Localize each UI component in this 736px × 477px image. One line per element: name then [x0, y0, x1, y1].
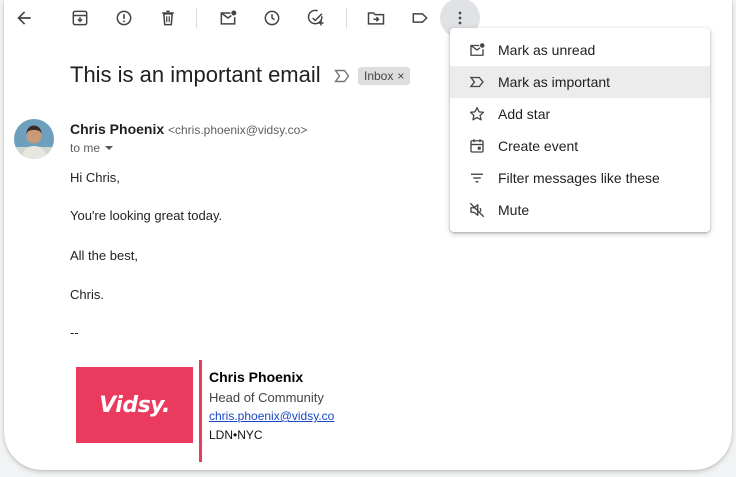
menu-item-label: Mute — [498, 202, 530, 218]
mark-unread-icon[interactable] — [214, 4, 242, 32]
email-window: This is an important email Inbox × Chris… — [4, 0, 732, 470]
menu-item-create-event[interactable]: Create event — [450, 130, 710, 162]
sender-email: <chris.phoenix@vidsy.co> — [168, 123, 308, 137]
filter-icon — [471, 173, 483, 183]
back-arrow-icon[interactable] — [10, 4, 38, 32]
signature-name: Chris Phoenix — [209, 369, 304, 385]
important-marker-icon[interactable] — [334, 69, 350, 83]
avatar — [14, 119, 54, 159]
menu-item-label: Mark as unread — [498, 42, 596, 58]
menu-item-filter-messages[interactable]: Filter messages like these — [450, 162, 710, 194]
snooze-icon[interactable] — [258, 4, 286, 32]
menu-item-label: Add star — [498, 106, 551, 122]
menu-item-add-star[interactable]: Add star — [450, 98, 710, 130]
menu-item-mark-as-important[interactable]: Mark as important — [450, 66, 710, 98]
label-chip-inbox: Inbox × — [358, 67, 411, 85]
email-body-line: Hi Chris, — [70, 170, 120, 185]
signature-email-link[interactable]: chris.phoenix@vidsy.co — [209, 409, 334, 423]
recipient-label: to me — [70, 141, 101, 155]
archive-icon[interactable] — [66, 4, 94, 32]
add-to-tasks-icon[interactable] — [302, 4, 330, 32]
signature-title: Head of Community — [209, 390, 324, 405]
menu-item-mute[interactable]: Mute — [450, 194, 710, 226]
label-icon[interactable] — [406, 4, 434, 32]
move-to-icon[interactable] — [362, 4, 390, 32]
mark-unread-icon — [470, 43, 485, 56]
report-spam-icon[interactable] — [110, 4, 138, 32]
email-body-line: Chris. — [70, 287, 104, 302]
important-icon — [469, 76, 484, 88]
signature-divider — [199, 360, 202, 462]
vidsy-logo: Vidsy. — [76, 367, 193, 443]
menu-item-label: Mark as important — [498, 74, 611, 90]
chevron-down-icon — [105, 146, 114, 150]
email-body-line: All the best, — [70, 248, 138, 263]
vidsy-logo-text: Vidsy. — [99, 392, 170, 418]
label-chip-text: Inbox — [364, 69, 394, 83]
signature-location: LDN•NYC — [209, 428, 263, 442]
menu-item-label: Create event — [498, 138, 579, 154]
more-options-menu: Mark as unread Mark as important Add sta… — [450, 28, 710, 232]
toolbar-divider — [196, 8, 197, 28]
remove-label-button[interactable]: × — [397, 67, 404, 85]
email-subject: This is an important email — [70, 62, 321, 87]
email-body-line: -- — [70, 325, 79, 340]
email-body-line: You're looking great today. — [70, 208, 223, 223]
calendar-icon — [470, 139, 484, 153]
sender-name: Chris Phoenix — [70, 121, 165, 137]
delete-icon[interactable] — [154, 4, 182, 32]
toolbar-divider — [346, 8, 347, 28]
star-icon — [469, 106, 485, 121]
recipient-details[interactable]: to me — [70, 141, 114, 155]
mute-icon — [469, 202, 485, 218]
menu-item-mark-as-unread[interactable]: Mark as unread — [450, 34, 710, 66]
menu-item-label: Filter messages like these — [498, 170, 660, 186]
